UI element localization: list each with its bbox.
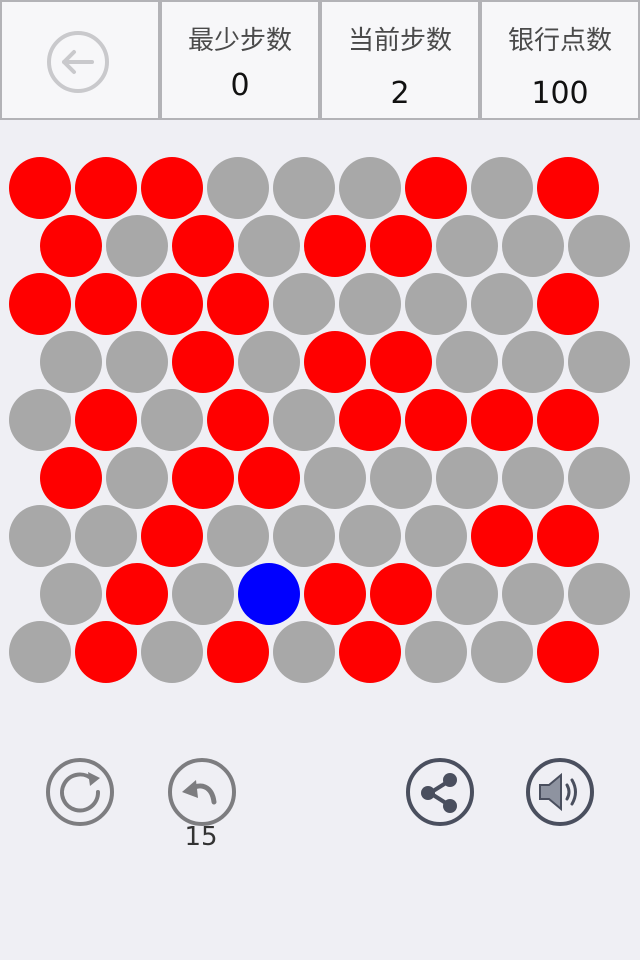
board-dot[interactable] xyxy=(40,563,102,625)
board-dot[interactable] xyxy=(304,563,366,625)
board-dot[interactable] xyxy=(273,157,335,219)
board-dot[interactable] xyxy=(568,331,630,393)
board-dot[interactable] xyxy=(207,389,269,451)
board-dot[interactable] xyxy=(141,505,203,567)
board-dot[interactable] xyxy=(207,273,269,335)
board-dot[interactable] xyxy=(106,563,168,625)
board-dot[interactable] xyxy=(304,331,366,393)
board-dot[interactable] xyxy=(273,505,335,567)
board-dot[interactable] xyxy=(568,563,630,625)
board-dot[interactable] xyxy=(9,505,71,567)
board-dot[interactable] xyxy=(370,563,432,625)
board-dot[interactable] xyxy=(405,505,467,567)
board-dot[interactable] xyxy=(141,389,203,451)
board-dot[interactable] xyxy=(471,157,533,219)
board-dot[interactable] xyxy=(568,215,630,277)
board-dot[interactable] xyxy=(502,331,564,393)
board-dot[interactable] xyxy=(568,447,630,509)
board-dot[interactable] xyxy=(339,505,401,567)
speaker-icon[interactable] xyxy=(524,756,596,828)
board-dot[interactable] xyxy=(502,447,564,509)
board-dot[interactable] xyxy=(339,389,401,451)
board-dot[interactable] xyxy=(471,505,533,567)
board-dot[interactable] xyxy=(172,215,234,277)
min-steps-cell: 最少步数 0 xyxy=(160,0,320,120)
board-dot[interactable] xyxy=(370,447,432,509)
undo-icon[interactable] xyxy=(166,756,238,828)
board-dot[interactable] xyxy=(172,447,234,509)
board-dot[interactable] xyxy=(9,157,71,219)
board-dot[interactable] xyxy=(405,273,467,335)
board-dot[interactable] xyxy=(436,447,498,509)
share-icon[interactable] xyxy=(404,756,476,828)
board-dot[interactable] xyxy=(238,331,300,393)
board-dot[interactable] xyxy=(436,563,498,625)
board-dot[interactable] xyxy=(339,273,401,335)
board-dot[interactable] xyxy=(9,273,71,335)
current-steps-label: 当前步数 xyxy=(347,26,452,56)
board-dot[interactable] xyxy=(273,389,335,451)
player-dot[interactable] xyxy=(238,563,300,625)
board-dot[interactable] xyxy=(436,331,498,393)
board-dot[interactable] xyxy=(141,273,203,335)
board-dot[interactable] xyxy=(75,389,137,451)
board-dot[interactable] xyxy=(172,331,234,393)
current-steps-value: 2 xyxy=(390,76,410,111)
min-steps-value: 0 xyxy=(230,68,250,103)
board-dot[interactable] xyxy=(75,505,137,567)
board-dot[interactable] xyxy=(273,621,335,683)
bank-points-cell: 银行点数 100 xyxy=(480,0,640,120)
board-dot[interactable] xyxy=(238,215,300,277)
board-dot[interactable] xyxy=(405,157,467,219)
board-dot[interactable] xyxy=(75,273,137,335)
game-board xyxy=(9,157,630,683)
board-dot[interactable] xyxy=(436,215,498,277)
board-dot[interactable] xyxy=(106,215,168,277)
board-dot[interactable] xyxy=(502,563,564,625)
back-arrow-icon[interactable] xyxy=(46,30,110,94)
bank-points-value: 100 xyxy=(531,76,589,111)
min-steps-label: 最少步数 xyxy=(187,26,292,56)
board-dot[interactable] xyxy=(339,621,401,683)
board-dot[interactable] xyxy=(238,447,300,509)
undo-count: 15 xyxy=(184,822,218,852)
board-dot[interactable] xyxy=(40,331,102,393)
bank-points-label: 银行点数 xyxy=(507,26,612,56)
board-dot[interactable] xyxy=(471,389,533,451)
board-dot[interactable] xyxy=(141,157,203,219)
board-dot[interactable] xyxy=(405,389,467,451)
board-dot[interactable] xyxy=(9,621,71,683)
board-dot[interactable] xyxy=(537,621,599,683)
board-dot[interactable] xyxy=(537,389,599,451)
board-dot[interactable] xyxy=(471,621,533,683)
board-dot[interactable] xyxy=(370,215,432,277)
board-dot[interactable] xyxy=(537,157,599,219)
board-dot[interactable] xyxy=(75,621,137,683)
board-dot[interactable] xyxy=(40,447,102,509)
board-dot[interactable] xyxy=(304,215,366,277)
board-dot[interactable] xyxy=(370,331,432,393)
board-dot[interactable] xyxy=(339,157,401,219)
current-steps-cell: 当前步数 2 xyxy=(320,0,480,120)
board-dot[interactable] xyxy=(537,505,599,567)
board-dot[interactable] xyxy=(106,447,168,509)
board-dot[interactable] xyxy=(141,621,203,683)
board-dot[interactable] xyxy=(40,215,102,277)
board-dot[interactable] xyxy=(304,447,366,509)
board-dot[interactable] xyxy=(273,273,335,335)
restart-icon[interactable] xyxy=(44,756,116,828)
board-dot[interactable] xyxy=(405,621,467,683)
header-bar: 最少步数 0 当前步数 2 银行点数 100 xyxy=(0,0,640,120)
board-dot[interactable] xyxy=(106,331,168,393)
back-cell[interactable] xyxy=(0,0,160,120)
board-dot[interactable] xyxy=(207,505,269,567)
board-dot[interactable] xyxy=(537,273,599,335)
board-dot[interactable] xyxy=(9,389,71,451)
board-dot[interactable] xyxy=(471,273,533,335)
board-dot[interactable] xyxy=(172,563,234,625)
board-dot[interactable] xyxy=(502,215,564,277)
board-dot[interactable] xyxy=(207,621,269,683)
board-dot[interactable] xyxy=(75,157,137,219)
board-dot[interactable] xyxy=(207,157,269,219)
